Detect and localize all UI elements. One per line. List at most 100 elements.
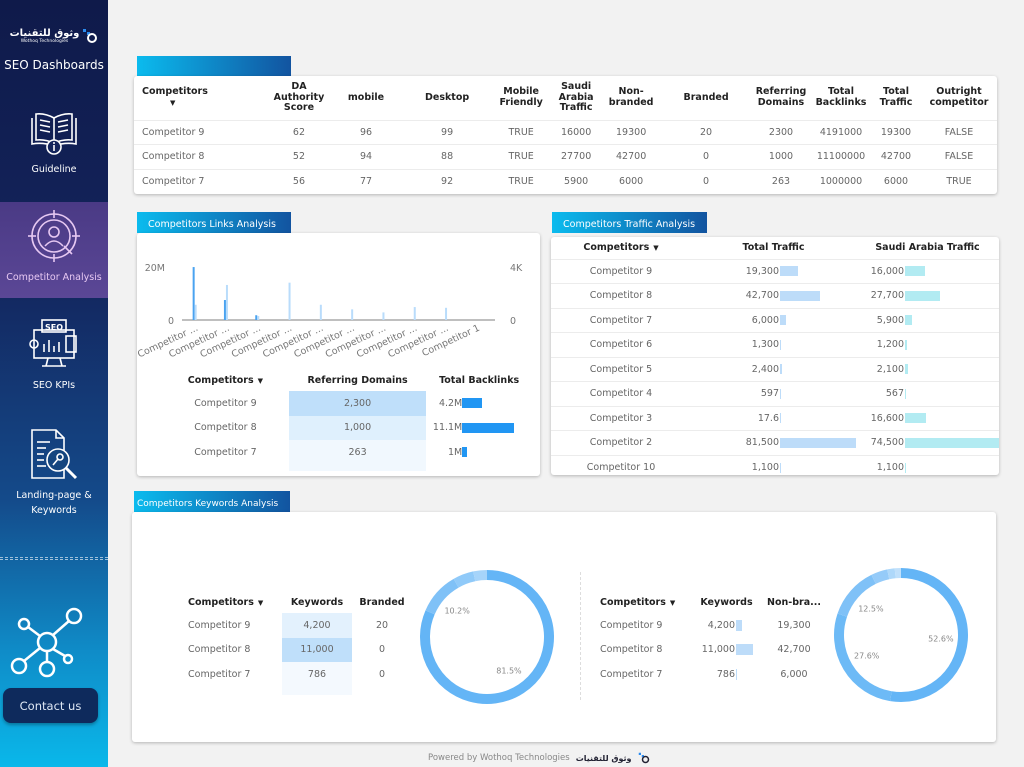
- sidebar-item-competitor-analysis[interactable]: Competitor Analysis: [0, 202, 108, 298]
- bar-referring-domains[interactable]: [225, 284, 228, 320]
- sa-traffic-bar: [905, 339, 907, 350]
- table-row[interactable]: Competitor 5 2,400 2,100: [551, 357, 999, 382]
- column-header-competitors[interactable]: Competitors ▼: [134, 76, 269, 120]
- table-cell: 42700: [871, 144, 921, 169]
- column-header-keywords[interactable]: Keywords: [689, 591, 764, 613]
- column-header-referring-domains[interactable]: Referring Domains: [289, 369, 426, 391]
- donut-slice[interactable]: [887, 568, 896, 580]
- bar-referring-domains[interactable]: [257, 315, 260, 320]
- table-cell: 263: [751, 168, 811, 194]
- column-header-keywords[interactable]: Keywords: [282, 591, 352, 613]
- bar-referring-domains[interactable]: [413, 307, 416, 320]
- donut-slice[interactable]: [871, 569, 890, 584]
- table-row[interactable]: Competitor 7 786 6,000: [594, 662, 824, 687]
- table-row[interactable]: Competitor 8 11,000 42,700: [594, 638, 824, 663]
- sa-traffic-cell: 74,500: [856, 431, 999, 456]
- table-row[interactable]: Competitor 2 81,500 74,500: [551, 430, 999, 456]
- bar-referring-domains[interactable]: [194, 304, 197, 320]
- competitor-name: Competitor 7: [188, 668, 251, 680]
- sort-arrow-icon[interactable]: ▼: [653, 244, 658, 252]
- svg-text:SEO: SEO: [45, 323, 63, 332]
- table-row[interactable]: Competitor 9 2,300 4.2M: [162, 391, 532, 416]
- column-header-sa-traffic[interactable]: Saudi Arabia Traffic: [856, 237, 999, 259]
- top-table-banner: [137, 56, 291, 77]
- table-cell: 6000: [601, 168, 662, 194]
- column-header-outright[interactable]: Outright competitor: [921, 76, 997, 120]
- donut-slice[interactable]: [453, 571, 476, 588]
- sort-arrow-icon[interactable]: ▼: [258, 377, 263, 385]
- table-row[interactable]: Competitor 8 11,000 0: [182, 637, 412, 662]
- table-cell: 77: [328, 168, 404, 194]
- sa-traffic-bar: [905, 266, 926, 277]
- sa-traffic-bar: [905, 315, 913, 326]
- sidebar-item-seo-kpis[interactable]: SEO SEO KPIs: [0, 318, 108, 393]
- donut-slice[interactable]: [473, 570, 488, 582]
- bar-total-backlinks[interactable]: [255, 315, 258, 320]
- bar-referring-domains[interactable]: [319, 304, 322, 320]
- branded-value: 0: [378, 644, 386, 656]
- sa-traffic-cell: 5,900: [856, 308, 999, 333]
- column-header-non-branded[interactable]: Non-branded: [601, 76, 661, 120]
- column-header-non-branded[interactable]: Non-bra...: [764, 591, 824, 613]
- bar-referring-domains[interactable]: [351, 309, 354, 320]
- column-header-mobile[interactable]: mobile: [329, 76, 403, 120]
- column-header-branded[interactable]: Branded: [352, 591, 412, 613]
- sort-arrow-icon[interactable]: ▼: [670, 599, 675, 607]
- sidebar-item-landing-page-keywords[interactable]: Landing-page & Keywords: [0, 428, 108, 518]
- bar-referring-domains[interactable]: [288, 282, 291, 320]
- table-cell: 16000: [551, 119, 602, 145]
- bar-referring-domains[interactable]: [445, 307, 448, 320]
- table-row[interactable]: Competitor 10 1,100 1,100: [551, 455, 999, 475]
- column-header-mobile-friendly[interactable]: Mobile Friendly: [491, 76, 551, 120]
- sidebar-item-label: Guideline: [31, 164, 77, 175]
- column-header-da[interactable]: DA Authority Score: [269, 76, 329, 120]
- total-traffic-cell: 17.6: [691, 406, 856, 431]
- column-header-desktop[interactable]: Desktop: [403, 76, 491, 120]
- bar-total-backlinks[interactable]: [192, 267, 195, 320]
- table-row[interactable]: Competitor 8 1,000 11.1M: [162, 415, 532, 440]
- competitor-name: Competitor 9: [600, 619, 663, 631]
- column-header-total-backlinks[interactable]: Total Backlinks: [426, 369, 532, 391]
- table-row[interactable]: Competitor 7 786 0: [182, 662, 412, 687]
- bar-total-backlinks[interactable]: [223, 300, 226, 320]
- column-header-total-backlinks[interactable]: Total Backlinks: [811, 76, 871, 120]
- column-header-branded[interactable]: Branded: [661, 76, 751, 120]
- table-row[interactable]: Competitor 9 4,200 20: [182, 613, 412, 638]
- keywords-analysis-banner: Competitors Keywords Analysis: [134, 491, 290, 512]
- table-cell: 0: [661, 144, 751, 169]
- table-row[interactable]: Competitor 6 1,300 1,200: [551, 332, 999, 358]
- column-header-competitors[interactable]: Competitors ▼: [551, 237, 691, 259]
- bar-referring-domains[interactable]: [382, 312, 385, 320]
- contact-us-button[interactable]: Contact us: [3, 688, 98, 723]
- column-header-sa-traffic[interactable]: Saudi Arabia Traffic: [551, 76, 601, 120]
- table-row[interactable]: Competitor 9 62 96 99 TRUE 16000 19300 20 2300 41…: [134, 119, 997, 145]
- sidebar-item-guideline[interactable]: Guideline: [0, 110, 108, 177]
- table-row[interactable]: Competitor 3 17.6 16,600: [551, 406, 999, 431]
- table-row[interactable]: Competitor 7 263 1M: [162, 440, 532, 465]
- competitor-name: Competitor 7: [194, 446, 257, 458]
- table-row[interactable]: Competitor 9 4,200 19,300: [594, 613, 824, 638]
- column-header-total-traffic[interactable]: Total Traffic: [691, 237, 856, 259]
- column-header-competitors[interactable]: Competitors ▼: [182, 591, 282, 613]
- table-row[interactable]: Competitor 7 6,000 5,900: [551, 308, 999, 333]
- table-row[interactable]: Competitor 4 597 567: [551, 381, 999, 407]
- sort-arrow-icon[interactable]: ▼: [258, 599, 263, 607]
- table-row[interactable]: Competitor 8 52 94 88 TRUE 27700 42700 0 1000 111…: [134, 144, 997, 169]
- column-header-competitors[interactable]: Competitors ▼: [594, 591, 689, 613]
- table-row[interactable]: Competitor 7 56 77 92 TRUE 5900 6000 0 263 100000…: [134, 168, 997, 194]
- column-header-referring-domains[interactable]: Referring Domains: [751, 76, 811, 120]
- column-header-competitors[interactable]: Competitors ▼: [162, 369, 289, 391]
- table-row[interactable]: Competitor 9 19,300 16,000: [551, 259, 999, 284]
- sa-traffic-value: 567: [885, 388, 904, 400]
- table-cell: TRUE: [921, 168, 997, 194]
- keywords-branded-table: Competitors ▼ Keywords Branded Competitor…: [182, 591, 412, 695]
- nonbranded-value: 19,300: [777, 619, 811, 631]
- column-header-total-traffic[interactable]: Total Traffic: [871, 76, 921, 120]
- sidebar-item-label: Competitor Analysis: [6, 272, 102, 283]
- sort-arrow-icon[interactable]: ▼: [170, 99, 175, 107]
- backlinks-bar: [462, 422, 515, 433]
- table-cell: 19300: [601, 119, 662, 145]
- table-row[interactable]: Competitor 8 42,700 27,700: [551, 283, 999, 309]
- competitor-name: Competitor 9: [194, 397, 257, 409]
- keywords-cell: 4,200: [689, 613, 764, 638]
